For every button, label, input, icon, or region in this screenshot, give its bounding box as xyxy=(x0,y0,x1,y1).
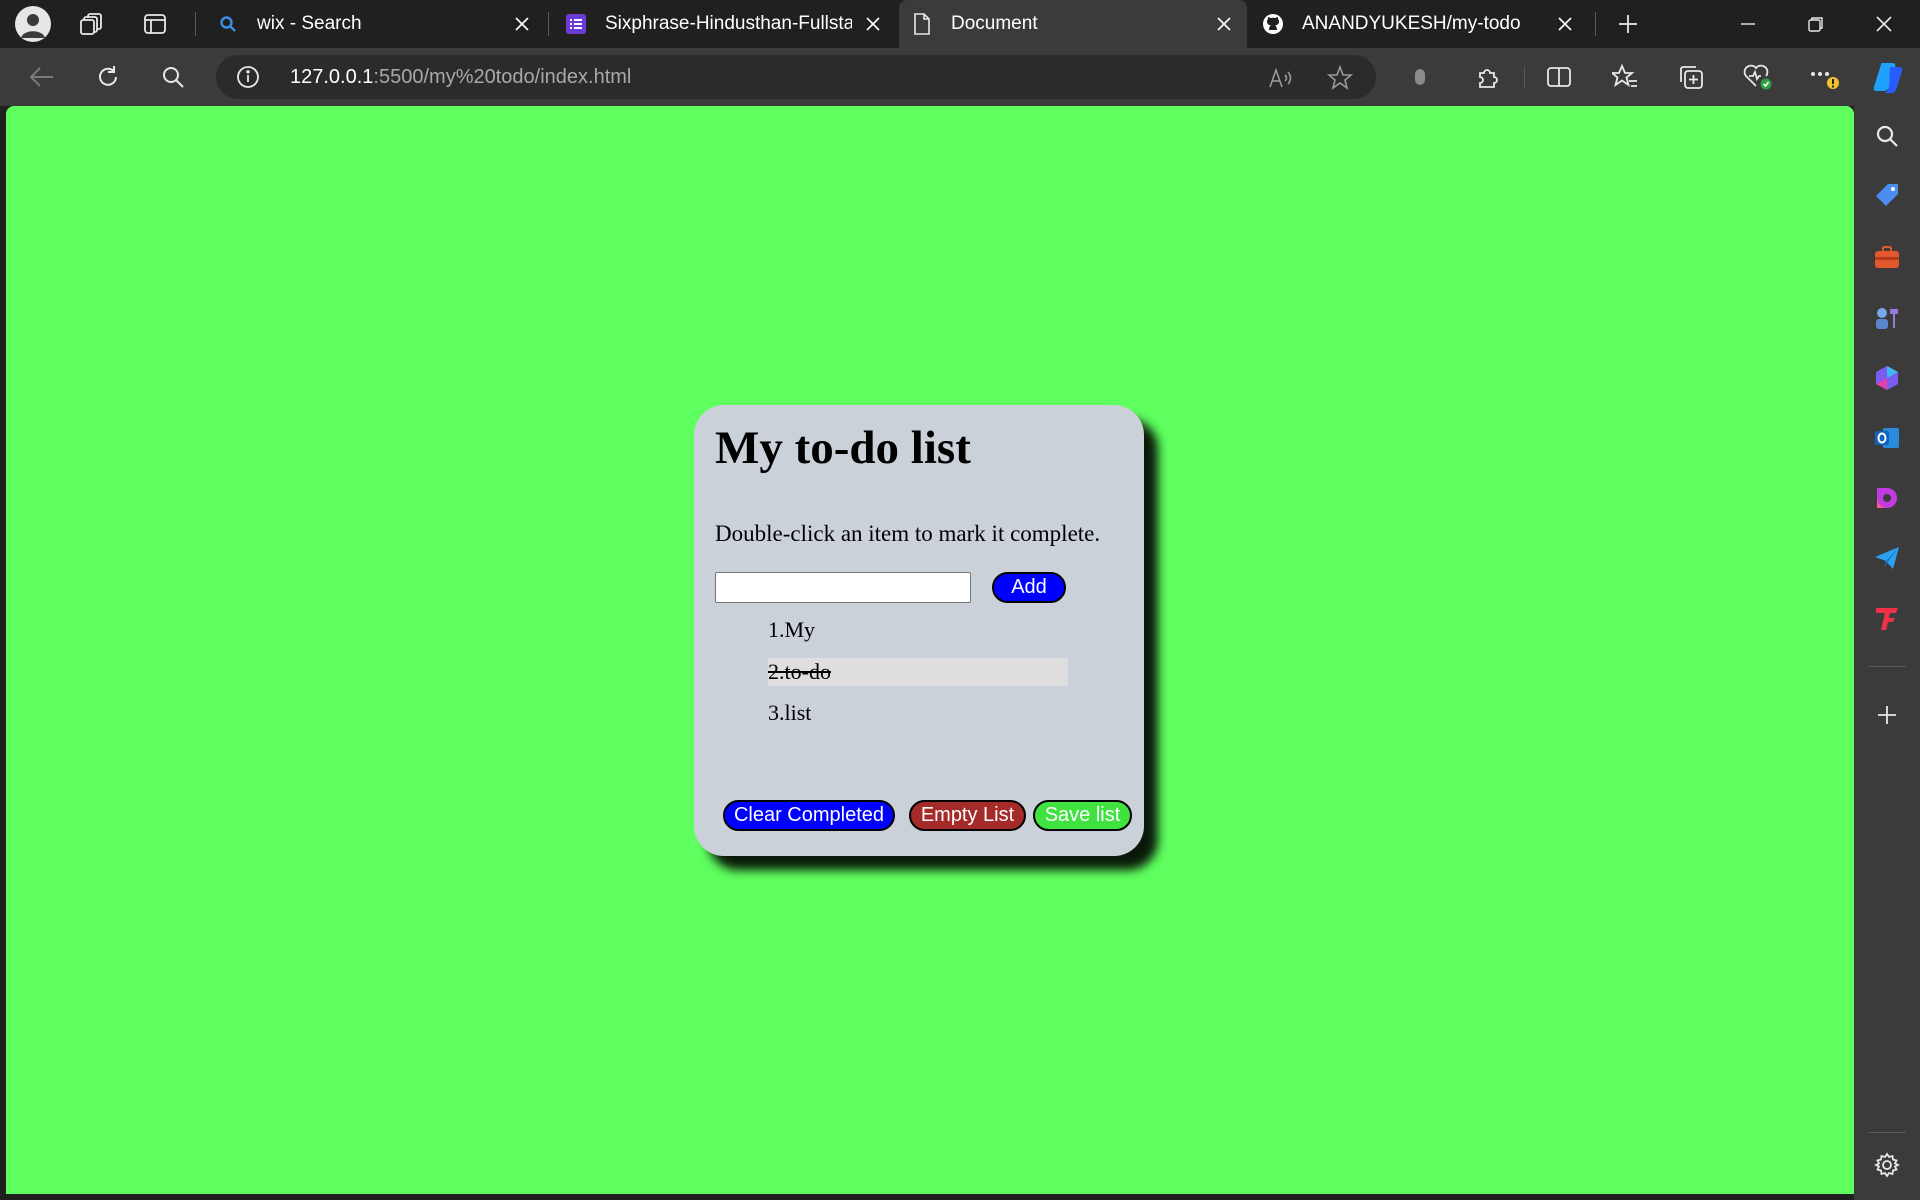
todo-card: My to-do list Double-click an item to ma… xyxy=(694,405,1144,856)
sidebar-search-icon[interactable] xyxy=(1873,122,1901,150)
edge-sidebar xyxy=(1854,106,1920,1200)
url-text[interactable]: 127.0.0.1:5500/my%20todo/index.html xyxy=(290,55,631,99)
split-screen-icon[interactable] xyxy=(1537,55,1581,99)
search-icon[interactable] xyxy=(151,55,195,99)
favorites-icon[interactable] xyxy=(1603,55,1647,99)
outlook-icon[interactable] xyxy=(1873,424,1901,452)
collections-icon[interactable] xyxy=(1669,55,1713,99)
github-favicon-icon xyxy=(1262,13,1284,35)
close-icon[interactable] xyxy=(862,13,884,35)
tab-sixphrase[interactable]: Sixphrase-Hindusthan-Fullstack xyxy=(553,4,896,44)
tab-document[interactable]: Document xyxy=(899,0,1247,48)
todo-item-completed[interactable]: 2.to-do xyxy=(768,658,1068,686)
close-window-icon[interactable] xyxy=(1850,0,1918,48)
tab-title: Sixphrase-Hindusthan-Fullstack xyxy=(605,13,852,34)
browser-essentials-icon[interactable] xyxy=(1736,55,1780,99)
games-icon[interactable] xyxy=(1873,304,1901,332)
clear-completed-button[interactable]: Clear Completed xyxy=(723,800,895,831)
site-info-icon[interactable] xyxy=(236,65,260,89)
favorite-star-icon[interactable] xyxy=(1327,65,1353,91)
back-arrow-icon[interactable] xyxy=(20,55,64,99)
read-aloud-icon[interactable] xyxy=(1268,65,1294,91)
fonts-extension-icon[interactable] xyxy=(1873,604,1901,632)
close-icon[interactable] xyxy=(511,13,533,35)
send-paper-plane-icon[interactable] xyxy=(1873,544,1901,572)
profile-avatar-icon xyxy=(15,6,51,42)
instructions-text: Double-click an item to mark it complete… xyxy=(715,521,1101,546)
page-title: My to-do list xyxy=(715,422,971,474)
profile-button[interactable] xyxy=(9,0,57,48)
tab-title: ANANDYUKESH/my-todo xyxy=(1302,13,1521,34)
tab-bar: wix - Search Sixphrase-Hindusthan-Fullst… xyxy=(0,0,1920,48)
url-host: 127.0.0.1 xyxy=(290,66,374,88)
extensions-puzzle-icon[interactable] xyxy=(1466,55,1510,99)
new-tab-icon[interactable] xyxy=(1604,0,1652,48)
tab-wix-search[interactable]: wix - Search xyxy=(205,4,545,44)
save-list-button[interactable]: Save list xyxy=(1033,800,1132,831)
search-favicon-icon xyxy=(217,13,239,35)
tools-briefcase-icon[interactable] xyxy=(1873,243,1901,271)
add-button[interactable]: Add xyxy=(992,572,1066,603)
workspaces-icon[interactable] xyxy=(68,0,116,48)
close-icon[interactable] xyxy=(1213,13,1235,35)
form-favicon-icon xyxy=(565,13,587,35)
settings-gear-icon[interactable] xyxy=(1873,1151,1901,1179)
empty-list-button[interactable]: Empty List xyxy=(909,800,1026,831)
todo-item[interactable]: 3.list xyxy=(768,699,811,727)
page-viewport: My to-do list Double-click an item to ma… xyxy=(6,106,1854,1194)
more-options-icon[interactable] xyxy=(1802,55,1846,99)
address-bar[interactable]: 127.0.0.1:5500/my%20todo/index.html xyxy=(216,55,1376,99)
designer-icon[interactable] xyxy=(1873,484,1901,512)
refresh-icon[interactable] xyxy=(86,55,130,99)
restore-icon[interactable] xyxy=(1782,0,1850,48)
extension-dot-icon[interactable] xyxy=(1398,55,1442,99)
url-path: :5500/my%20todo/index.html xyxy=(373,66,632,88)
tab-actions-icon[interactable] xyxy=(131,0,179,48)
shopping-tag-icon[interactable] xyxy=(1873,182,1901,210)
tab-title: wix - Search xyxy=(257,13,362,34)
navigation-bar: 127.0.0.1:5500/my%20todo/index.html xyxy=(0,48,1920,106)
add-sidebar-app-icon[interactable] xyxy=(1873,701,1901,729)
copilot-icon[interactable] xyxy=(1866,55,1910,99)
new-item-input[interactable] xyxy=(715,572,971,603)
todo-item[interactable]: 1.My xyxy=(768,616,815,644)
close-icon[interactable] xyxy=(1554,13,1576,35)
minimize-icon[interactable] xyxy=(1714,0,1782,48)
document-favicon-icon xyxy=(911,13,933,35)
tab-title: Document xyxy=(951,13,1038,34)
tab-github-my-todo[interactable]: ANANDYUKESH/my-todo xyxy=(1250,4,1588,44)
microsoft-365-icon[interactable] xyxy=(1873,364,1901,392)
